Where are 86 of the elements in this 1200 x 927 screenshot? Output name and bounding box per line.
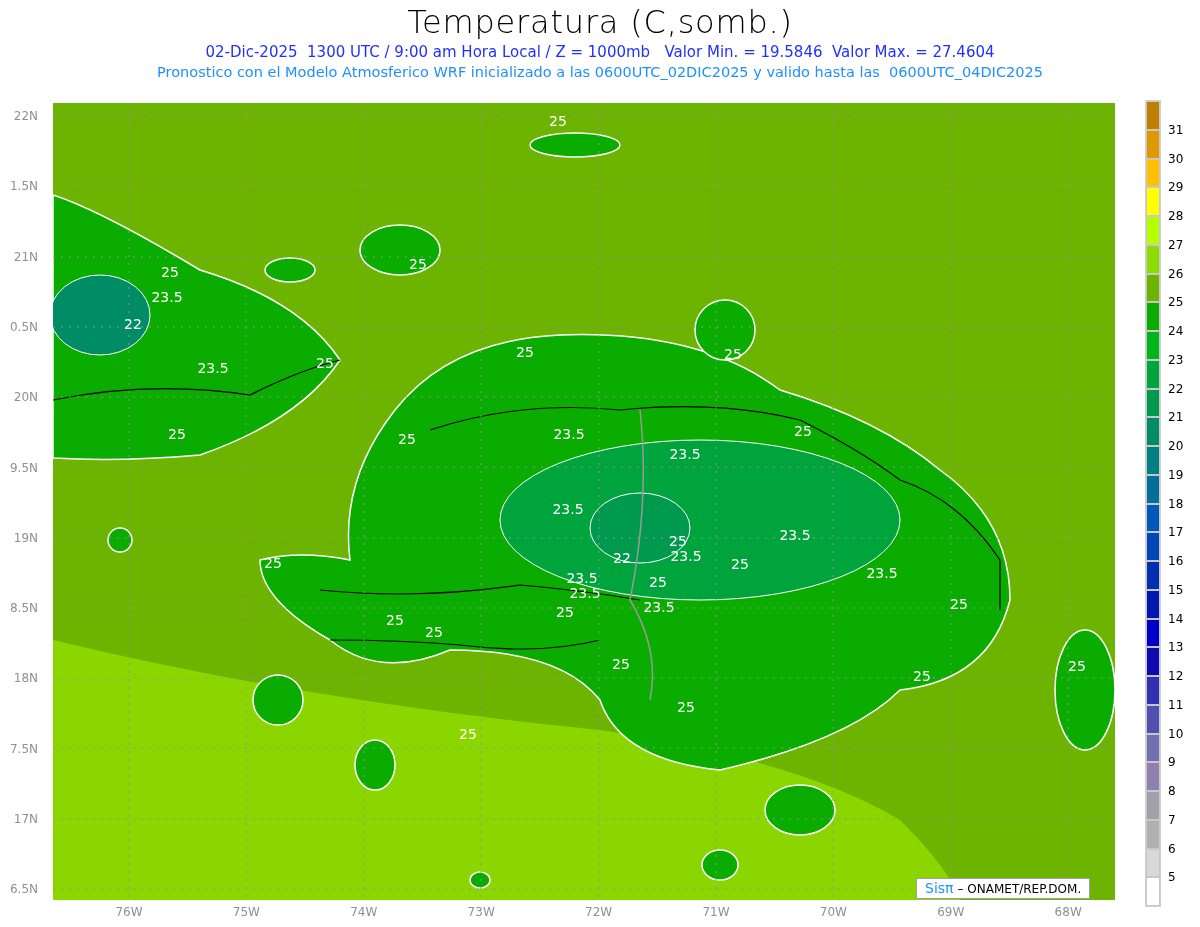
- longitude-label: 76W: [115, 906, 143, 918]
- contour-label: 25: [913, 669, 931, 683]
- contour-label: 23.5: [566, 571, 598, 585]
- latitude-label: 1.5N: [9, 180, 38, 193]
- latitude-label: 8.5N: [9, 602, 38, 615]
- colorbar-label: 5: [1168, 871, 1176, 884]
- colorbar-label: 11: [1168, 698, 1184, 711]
- contour-label: 25: [386, 613, 404, 627]
- latitude-label: 18N: [13, 672, 38, 685]
- contour-label: 25: [161, 265, 179, 279]
- colorbar-label: 7: [1168, 813, 1176, 826]
- contour-label: 25: [409, 257, 427, 271]
- chart-subtitle: 02-Dic-2025 1300 UTC / 9:00 am Hora Local / Z = 1000mb Valor Min. = 19.5846 Valor Max. = 27.4604: [205, 42, 995, 62]
- colorbar-label: 6: [1168, 842, 1176, 855]
- colorbar-label: 17: [1168, 526, 1184, 539]
- forecast-description: Pronostico con el Modelo Atmosferico WRF inicializado a las 0600UTC_02DIC2025 y valido hasta las 0600UTC_04DIC2025: [157, 63, 1043, 82]
- colorbar-label: 27: [1168, 238, 1184, 251]
- contour-label: 25: [516, 345, 534, 359]
- contour-label: 25: [264, 556, 282, 570]
- colorbar-label: 19: [1168, 468, 1184, 481]
- contour-label: 25: [669, 534, 687, 548]
- latitude-label: 9.5N: [9, 461, 38, 474]
- contour-label: 23.5: [569, 586, 601, 600]
- colorbar-label: 9: [1168, 756, 1176, 769]
- contour-label: 23.5: [779, 528, 811, 542]
- latitude-label: 17N: [13, 813, 38, 825]
- latitude-label: 19N: [13, 531, 38, 544]
- credit-text: – ONAMET/REP.DOM.: [957, 880, 1082, 898]
- contour-label: 23.5: [866, 566, 898, 580]
- logo-text: Sisπ: [925, 879, 954, 898]
- colorbar-label: 26: [1168, 267, 1184, 280]
- latitude-label: 7.5N: [9, 742, 38, 755]
- longitude-label: 74W: [350, 906, 378, 918]
- longitude-label: 71W: [702, 906, 730, 918]
- latitude-label: 6.5N: [9, 883, 38, 896]
- colorbar-label: 23: [1168, 353, 1184, 366]
- contour-label: 25: [794, 424, 812, 438]
- longitude-label: 70W: [819, 906, 847, 918]
- contour-label: 25: [425, 625, 443, 639]
- contour-label: 25: [398, 432, 416, 446]
- contour-label: 25: [677, 700, 695, 714]
- colorbar-label: 18: [1168, 497, 1184, 510]
- longitude-label: 72W: [585, 906, 613, 918]
- latitude-label: 20N: [13, 391, 38, 404]
- colorbar-label: 30: [1168, 152, 1184, 165]
- latitude-label: 21N: [13, 250, 38, 263]
- colorbar-label: 25: [1168, 296, 1184, 309]
- colorbar-label: 12: [1168, 670, 1184, 682]
- contour-label: 25: [649, 575, 667, 589]
- contour-label: 23.5: [151, 290, 183, 304]
- contour-label: 22: [124, 317, 142, 331]
- contour-label: 25: [459, 727, 477, 741]
- colorbar-label: 16: [1168, 555, 1184, 567]
- contour-label: 25: [731, 557, 749, 571]
- colorbar-label: 20: [1168, 440, 1184, 452]
- contour-label: 25: [168, 427, 186, 441]
- contour-label: 23.5: [669, 447, 701, 461]
- contour-label: 23.5: [643, 600, 675, 614]
- contour-label: 23.5: [197, 361, 229, 375]
- longitude-label: 69W: [937, 906, 965, 918]
- contour-label: 25: [556, 605, 574, 619]
- contour-label: 25: [549, 114, 567, 128]
- contour-label: 25: [950, 597, 968, 611]
- colorbar-label: 24: [1168, 325, 1184, 337]
- colorbar-label: 29: [1168, 181, 1184, 194]
- contour-label: 25: [1068, 659, 1086, 673]
- colorbar-label: 13: [1168, 641, 1184, 654]
- colorbar-label: 8: [1168, 785, 1176, 797]
- latitude-label: 22N: [13, 110, 38, 122]
- longitude-label: 75W: [232, 906, 260, 918]
- colorbar-label: 14: [1168, 612, 1184, 625]
- colorbar-label: 31: [1168, 123, 1184, 136]
- colorbar-label: 21: [1168, 411, 1184, 424]
- contour-label: 25: [316, 356, 334, 370]
- contour-label: 25: [612, 657, 630, 671]
- longitude-label: 68W: [1054, 906, 1082, 918]
- longitude-label: 73W: [467, 906, 495, 918]
- colorbar-label: 28: [1168, 210, 1184, 222]
- contour-label: 23.5: [553, 427, 585, 441]
- contour-label: 23.5: [552, 502, 584, 516]
- chart-title: Temperatura (C,somb.): [407, 2, 793, 42]
- latitude-label: 0.5N: [9, 320, 38, 333]
- contour-label: 23.5: [670, 549, 702, 563]
- colorbar-label: 15: [1168, 583, 1184, 596]
- colorbar-label: 10: [1168, 727, 1184, 740]
- colorbar-label: 22: [1168, 382, 1184, 395]
